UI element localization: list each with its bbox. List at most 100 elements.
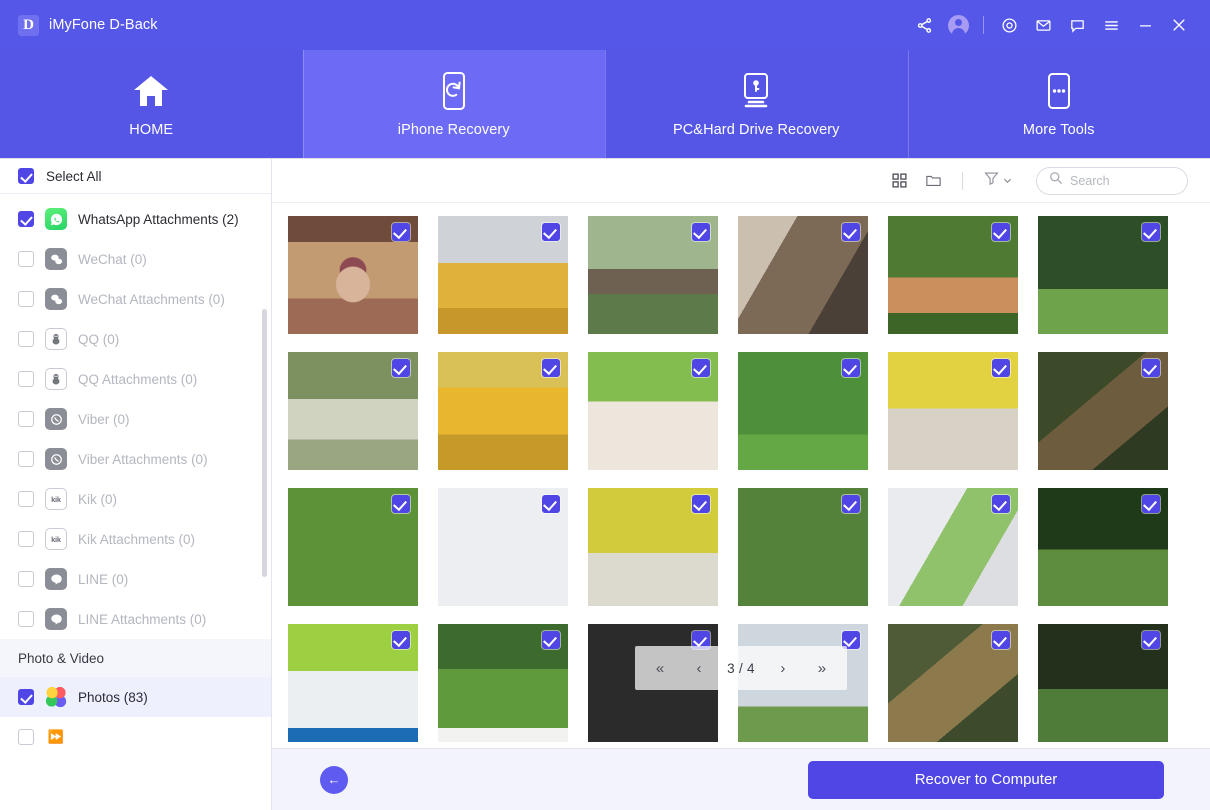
photo-rabbit-in-cup[interactable] (888, 488, 1018, 606)
last-page-button[interactable]: » (811, 661, 833, 676)
next-page-button[interactable]: › (772, 661, 794, 676)
row-checkbox[interactable] (18, 211, 34, 227)
grid-view-icon[interactable] (884, 166, 914, 196)
photo-tiger-roaring[interactable] (288, 216, 418, 334)
thumbnail-checkbox[interactable] (992, 359, 1010, 377)
sidebar-item-kik-attachments[interactable]: kik Kik Attachments (0) (0, 519, 271, 559)
thumbnail-checkbox[interactable] (392, 495, 410, 513)
select-all-row[interactable]: Select All (0, 159, 271, 194)
thumbnail-checkbox[interactable] (542, 495, 560, 513)
row-checkbox[interactable] (18, 331, 34, 347)
photo-dog-subway[interactable] (438, 216, 568, 334)
sidebar-item-line-attachments[interactable]: LINE Attachments (0) (0, 599, 271, 639)
thumbnail-checkbox[interactable] (392, 631, 410, 649)
thumbnail-checkbox[interactable] (842, 223, 860, 241)
photo-grey-rabbit-grass[interactable] (1038, 488, 1168, 606)
photo-white-dog-field[interactable] (288, 352, 418, 470)
thumbnail-checkbox[interactable] (992, 495, 1010, 513)
photo-brown-rabbit-grass[interactable] (288, 488, 418, 606)
row-checkbox[interactable] (18, 371, 34, 387)
sidebar-item-whatsapp-attachments[interactable]: WhatsApp Attachments (2) (0, 199, 271, 239)
thumbnail-grid-wrap[interactable]: « ‹ 3 / 4 › » (272, 203, 1210, 748)
share-icon[interactable] (907, 8, 941, 42)
mail-icon[interactable] (1026, 8, 1060, 42)
row-checkbox[interactable] (18, 571, 34, 587)
photo-lop-rabbit-front[interactable] (588, 488, 718, 606)
search-box[interactable] (1036, 167, 1188, 195)
sidebar-item-line[interactable]: LINE (0) (0, 559, 271, 599)
row-checkbox[interactable] (18, 611, 34, 627)
recover-to-computer-button[interactable]: Recover to Computer (808, 761, 1164, 799)
phone-refresh-icon (439, 71, 469, 111)
sidebar-scrollbar[interactable] (262, 309, 267, 577)
row-checkbox[interactable] (18, 251, 34, 267)
back-arrow-icon[interactable]: ← (320, 766, 348, 794)
sidebar-item-qq-attachments[interactable]: QQ Attachments (0) (0, 359, 271, 399)
photo-white-rabbit-ears[interactable] (588, 352, 718, 470)
target-icon[interactable] (992, 8, 1026, 42)
photo-spotted-rabbit[interactable] (438, 488, 568, 606)
thumbnail-checkbox[interactable] (692, 223, 710, 241)
row-checkbox[interactable] (18, 291, 34, 307)
photo-deer-grass[interactable] (888, 216, 1018, 334)
prev-page-button[interactable]: ‹ (688, 661, 710, 676)
thumbnail-checkbox[interactable] (542, 223, 560, 241)
feedback-chat-icon[interactable] (1060, 8, 1094, 42)
close-icon[interactable] (1162, 8, 1196, 42)
row-checkbox[interactable] (18, 729, 34, 745)
sidebar-item-kik[interactable]: kik Kik (0) (0, 479, 271, 519)
hamburger-menu-icon[interactable] (1094, 8, 1128, 42)
thumbnail-checkbox[interactable] (992, 223, 1010, 241)
thumbnail-checkbox[interactable] (842, 495, 860, 513)
filter-button[interactable] (977, 170, 1018, 192)
photo-rabbit-side-grass[interactable] (738, 488, 868, 606)
thumbnail-checkbox[interactable] (542, 631, 560, 649)
row-checkbox[interactable] (18, 689, 34, 705)
thumbnail-checkbox[interactable] (1142, 495, 1160, 513)
sidebar-item-wechat-attachments[interactable]: WeChat Attachments (0) (0, 279, 271, 319)
tab-iphone-recovery[interactable]: iPhone Recovery (303, 50, 606, 158)
first-page-button[interactable]: « (649, 661, 671, 676)
photo-wild-rabbit-brush[interactable] (1038, 352, 1168, 470)
sidebar-item-wechat[interactable]: WeChat (0) (0, 239, 271, 279)
thumbnail-checkbox[interactable] (1142, 223, 1160, 241)
search-input[interactable] (1070, 174, 1175, 188)
minimize-icon[interactable] (1128, 8, 1162, 42)
category-list[interactable]: WhatsApp Attachments (2) WeChat (0) WeCh… (0, 194, 271, 810)
photo-two-cats-grass[interactable] (1038, 216, 1168, 334)
folder-view-icon[interactable] (918, 166, 948, 196)
thumbnail-checkbox[interactable] (1142, 631, 1160, 649)
photo-tan-rabbit-lawn[interactable] (438, 624, 568, 742)
photo-lop-rabbit-yellow[interactable] (888, 352, 1018, 470)
sidebar-item-viber-attachments[interactable]: Viber Attachments (0) (0, 439, 271, 479)
thumbnail-checkbox[interactable] (842, 359, 860, 377)
photo-grey-rabbit-fence[interactable] (1038, 624, 1168, 742)
thumbnail-checkbox[interactable] (692, 359, 710, 377)
thumbnail-checkbox[interactable] (692, 495, 710, 513)
thumbnail-checkbox[interactable] (392, 223, 410, 241)
photo-black-white-rabbit[interactable] (738, 352, 868, 470)
thumbnail-checkbox[interactable] (1142, 359, 1160, 377)
sidebar-item-qq[interactable]: QQ (0) (0, 319, 271, 359)
photo-red-panda-log[interactable] (588, 216, 718, 334)
select-all-checkbox[interactable] (18, 168, 34, 184)
photo-rabbit-laptop[interactable] (288, 624, 418, 742)
row-checkbox[interactable] (18, 491, 34, 507)
sidebar-item-viber[interactable]: Viber (0) (0, 399, 271, 439)
sidebar-item-photos[interactable]: Photos (83) (0, 677, 271, 717)
photo-wolf-portrait[interactable] (738, 216, 868, 334)
photo-golden-retriever[interactable] (438, 352, 568, 470)
row-checkbox[interactable] (18, 411, 34, 427)
thumbnail-checkbox[interactable] (992, 631, 1010, 649)
thumbnail-checkbox[interactable] (392, 359, 410, 377)
tab-more-tools[interactable]: More Tools (908, 50, 1210, 158)
account-avatar-icon[interactable] (941, 8, 975, 42)
photos-icon (45, 686, 67, 708)
row-checkbox[interactable] (18, 531, 34, 547)
row-checkbox[interactable] (18, 451, 34, 467)
tab-pc-hard-drive-recovery[interactable]: PC&Hard Drive Recovery (605, 50, 908, 158)
thumbnail-checkbox[interactable] (542, 359, 560, 377)
photo-rabbit-brushwood[interactable] (888, 624, 1018, 742)
sidebar-item-videos-partial[interactable]: ⏩ (0, 717, 271, 757)
tab-home[interactable]: HOME (0, 50, 303, 158)
